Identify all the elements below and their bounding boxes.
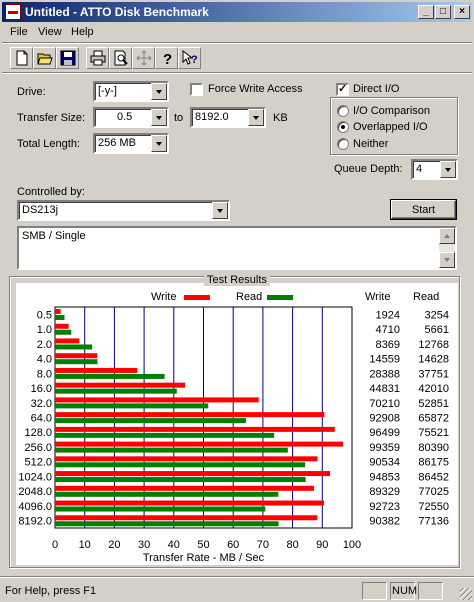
y-tick-label: 512.0: [24, 457, 52, 469]
read-bar: [55, 418, 246, 424]
read-bar: [55, 462, 306, 468]
read-value-label: 86452: [418, 471, 449, 483]
read-value-label: 77025: [418, 486, 449, 498]
read-bar: [55, 344, 93, 350]
read-bar: [55, 447, 288, 453]
y-tick-label: 4.0: [37, 354, 52, 366]
x-tick-label: 30: [138, 539, 150, 551]
read-value-label: 80390: [418, 442, 449, 454]
x-tick-label: 70: [257, 539, 269, 551]
write-bar: [55, 412, 325, 418]
write-bar: [55, 426, 335, 432]
y-tick-label: 4096.0: [18, 501, 52, 513]
write-bar: [55, 367, 138, 373]
status-panel-empty: [362, 582, 387, 600]
read-value-label: 12768: [418, 339, 449, 351]
write-bar: [55, 456, 318, 462]
status-help-text: For Help, press F1: [5, 585, 97, 597]
write-bar: [55, 500, 325, 506]
write-value-label: 89329: [369, 486, 400, 498]
write-value-label: 28388: [369, 368, 400, 380]
y-tick-label: 2048.0: [18, 486, 52, 498]
write-bar: [55, 323, 69, 329]
y-tick-label: 16.0: [31, 383, 52, 395]
write-value-label: 90534: [369, 457, 400, 469]
write-value-label: 4710: [376, 324, 400, 336]
write-bar: [55, 471, 331, 477]
read-value-label: 52851: [418, 398, 449, 410]
resize-grip-icon[interactable]: [460, 588, 472, 600]
read-value-label: 86175: [418, 457, 449, 469]
y-tick-label: 0.5: [37, 309, 52, 321]
write-value-label: 92723: [369, 501, 400, 513]
write-bar: [55, 441, 344, 447]
read-bar: [55, 388, 177, 394]
read-bar: [55, 521, 279, 527]
write-value-label: 1924: [376, 309, 400, 321]
read-value-label: 37751: [418, 368, 449, 380]
read-bar: [55, 359, 98, 365]
x-tick-label: 60: [227, 539, 239, 551]
read-value-label: 14628: [418, 354, 449, 366]
read-bar: [55, 373, 165, 379]
read-bar: [55, 315, 65, 320]
x-tick-label: 10: [79, 539, 91, 551]
read-value-label: 75521: [418, 427, 449, 439]
write-bar: [55, 338, 80, 344]
x-tick-label: 50: [197, 539, 209, 551]
x-tick-label: 90: [316, 539, 328, 551]
write-bar: [55, 397, 259, 403]
num-lock-indicator: NUM: [392, 585, 418, 597]
x-tick-label: 0: [52, 539, 58, 551]
write-value-label: 90382: [369, 516, 400, 528]
read-bar: [55, 432, 275, 438]
write-value-label: 96499: [369, 427, 400, 439]
y-tick-label: 32.0: [31, 398, 52, 410]
read-bar: [55, 491, 279, 497]
status-bar: For Help, press F1 NUM: [0, 578, 474, 602]
write-bar: [55, 382, 186, 388]
read-value-label: 3254: [425, 309, 449, 321]
write-value-label: 94853: [369, 471, 400, 483]
y-tick-label: 1.0: [37, 324, 52, 336]
read-value-label: 77136: [418, 516, 449, 528]
write-value-label: 14559: [369, 354, 400, 366]
write-value-label: 44831: [369, 383, 400, 395]
read-bar: [55, 477, 306, 483]
write-bar: [55, 309, 61, 314]
read-value-label: 72550: [418, 501, 449, 513]
y-tick-label: 64.0: [31, 413, 52, 425]
write-bar: [55, 515, 318, 521]
y-tick-label: 128.0: [24, 427, 52, 439]
x-tick-label: 40: [168, 539, 180, 551]
transfer-rate-chart: 0 10 20 30 40 50 60 70 80 90 100 Transfer Rate - MB…: [18, 306, 449, 564]
read-bar: [55, 506, 266, 512]
x-axis-label: Transfer Rate - MB / Sec: [143, 552, 265, 564]
read-value-label: 65872: [418, 413, 449, 425]
read-value-label: 5661: [425, 324, 449, 336]
y-tick-label: 8192.0: [18, 516, 52, 528]
write-bar: [55, 353, 98, 359]
read-bar: [55, 329, 72, 335]
write-value-label: 70210: [369, 398, 400, 410]
status-panel-num: NUM: [390, 582, 418, 600]
y-tick-label: 2.0: [37, 339, 52, 351]
y-tick-label: 1024.0: [18, 471, 52, 483]
x-tick-label: 80: [286, 539, 298, 551]
read-bar: [55, 403, 209, 409]
y-tick-label: 256.0: [24, 442, 52, 454]
write-value-label: 99359: [369, 442, 400, 454]
read-value-label: 42010: [418, 383, 449, 395]
x-tick-label: 20: [108, 539, 120, 551]
status-panel-scroll: [418, 582, 443, 600]
y-tick-label: 8.0: [37, 368, 52, 380]
x-tick-label: 100: [343, 539, 361, 551]
write-value-label: 92908: [369, 413, 400, 425]
write-value-label: 8369: [376, 339, 400, 351]
write-bar: [55, 485, 314, 491]
app-window: Untitled - ATTO Disk Benchmark _ □ × Fil…: [0, 0, 474, 602]
